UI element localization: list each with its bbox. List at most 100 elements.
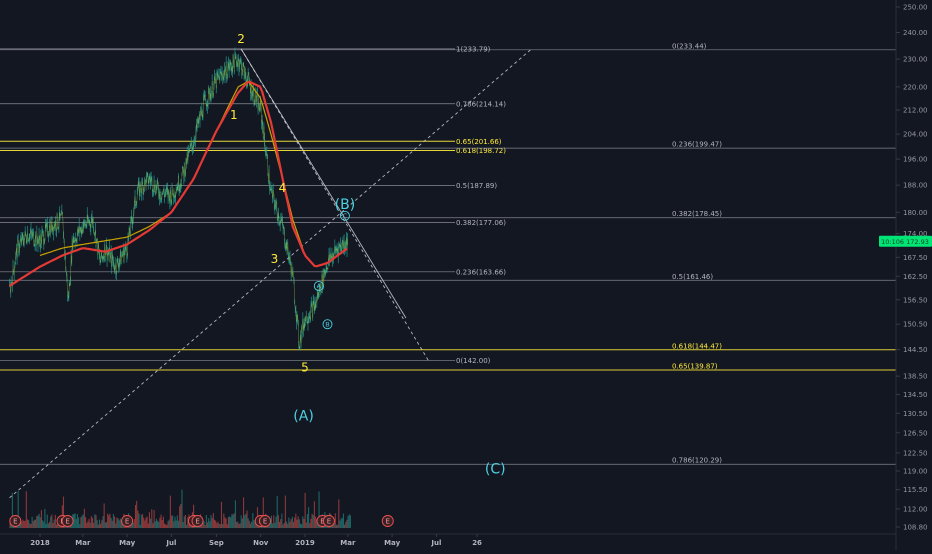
volume-bar-282 xyxy=(337,524,339,528)
volume-bar-142 xyxy=(174,516,176,528)
volume-bar-26 xyxy=(39,517,41,528)
volume-bar-36 xyxy=(51,514,53,528)
volume-bar-176 xyxy=(213,519,216,528)
volume-bar-62 xyxy=(81,515,83,528)
volume-bar-151 xyxy=(184,514,187,528)
volume-bar-185 xyxy=(224,517,226,528)
time-tick-nov-5: Nov xyxy=(253,539,269,547)
fib-label-left-0-786-214-14: 0.786(214.14) xyxy=(456,100,506,108)
volume-bar-76 xyxy=(97,524,99,528)
volume-bar-12 xyxy=(23,521,25,528)
earnings-marker-2[interactable]: E xyxy=(65,518,69,526)
volume-bar-108 xyxy=(134,505,137,528)
price-tick-167-50: 167.50 xyxy=(903,254,928,262)
chart-area[interactable]: 1(233.79) 0.786(214.14) 0.65(201.66) 0.618(… xyxy=(0,0,932,550)
volume-bar-197 xyxy=(238,523,240,528)
volume-bar-255 xyxy=(305,522,307,528)
volume-bar-152 xyxy=(186,524,188,528)
volume-bar-181 xyxy=(219,524,221,528)
volume-bar-247 xyxy=(296,519,298,528)
volume-bar-18 xyxy=(30,523,32,528)
time-tick-2019-6: 2019 xyxy=(295,539,315,547)
volume-bar-168 xyxy=(204,524,206,528)
volume-bar-69 xyxy=(89,522,91,528)
wave-label-c-7: (C) xyxy=(485,462,506,478)
volume-bar-138 xyxy=(169,495,171,528)
volume-bar-71 xyxy=(91,517,94,528)
volume-bar-33 xyxy=(47,523,49,528)
volume-bar-229 xyxy=(275,516,277,528)
volume-bar-245 xyxy=(294,517,296,528)
volume-bar-187 xyxy=(226,524,228,528)
volume-bar-66 xyxy=(86,522,88,528)
volume-bar-285 xyxy=(340,518,342,528)
volume-bar-257 xyxy=(308,507,310,528)
volume-bar-148 xyxy=(181,489,183,528)
volume-bar-64 xyxy=(83,508,85,528)
volume-bar-167 xyxy=(203,521,205,528)
volume-bar-118 xyxy=(146,516,148,528)
volume-bar-174 xyxy=(211,517,213,528)
volume-bar-27 xyxy=(40,510,42,528)
volume-bar-226 xyxy=(272,523,274,528)
earnings-marker-5[interactable]: E xyxy=(195,518,199,526)
volume-bar-137 xyxy=(168,519,170,528)
volume-bar-254 xyxy=(304,492,306,528)
volume-bar-87 xyxy=(110,517,112,528)
price-tick-180-00: 180.00 xyxy=(903,209,928,217)
volume-bar-240 xyxy=(288,517,290,528)
earnings-marker-3[interactable]: E xyxy=(125,518,129,526)
volume-bar-65 xyxy=(85,517,87,528)
volume-bar-233 xyxy=(280,519,282,528)
volume-bar-90 xyxy=(114,516,116,528)
volume-bar-123 xyxy=(152,523,154,528)
earnings-marker-7[interactable]: E xyxy=(263,518,267,526)
volume-bar-246 xyxy=(295,513,297,528)
volume-bar-293 xyxy=(349,515,351,528)
volume-bar-179 xyxy=(217,521,219,528)
volume-bar-288 xyxy=(344,524,346,528)
earnings-marker-10[interactable]: E xyxy=(386,518,390,526)
volume-bar-13 xyxy=(24,520,26,528)
volume-bar-202 xyxy=(244,515,246,528)
volume-bar-287 xyxy=(342,513,344,528)
volume-bar-67 xyxy=(87,521,89,528)
fib-label-left-0-382-177-06: 0.382(177.06) xyxy=(456,219,506,227)
volume-bar-260 xyxy=(311,513,313,528)
volume-bar-286 xyxy=(341,517,343,528)
volume-bar-227 xyxy=(273,515,275,528)
volume-bar-111 xyxy=(138,513,140,528)
volume-bar-63 xyxy=(82,514,84,528)
volume-bar-209 xyxy=(252,513,254,528)
volume-bar-59 xyxy=(78,517,80,528)
volume-bar-117 xyxy=(145,517,147,528)
volume-bar-84 xyxy=(107,513,109,528)
volume-bar-80 xyxy=(102,516,104,528)
volume-bar-139 xyxy=(170,515,173,528)
volume-bar-252 xyxy=(302,516,304,528)
time-tick-may-2: May xyxy=(119,539,135,547)
volume-bar-283 xyxy=(338,499,340,528)
volume-bar-93 xyxy=(117,518,119,528)
volume-bar-237 xyxy=(284,495,286,528)
volume-bar-23 xyxy=(36,516,38,528)
volume-bar-10 xyxy=(21,521,23,528)
volume-bar-38 xyxy=(53,519,55,528)
time-tick-26-10: 26 xyxy=(472,539,482,547)
volume-bar-207 xyxy=(249,523,252,528)
fib-label-right-0-65-139-87: 0.65(139.87) xyxy=(672,362,718,370)
price-tick-212-00: 212.00 xyxy=(903,107,928,115)
volume-bar-125 xyxy=(154,521,156,528)
fib-label-right-0-5-161-46: 0.5(161.46) xyxy=(672,273,713,281)
price-chart[interactable]: 1(233.79) 0.786(214.14) 0.65(201.66) 0.618(… xyxy=(0,0,932,550)
wave-label-4-3: 4 xyxy=(279,181,287,195)
volume-bar-72 xyxy=(93,522,95,528)
volume-bar-262 xyxy=(313,501,315,528)
volume-bar-109 xyxy=(136,500,138,528)
volume-bar-201 xyxy=(242,497,245,528)
volume-bar-146 xyxy=(179,506,181,528)
earnings-marker-9[interactable]: E xyxy=(327,518,331,526)
volume-bar-241 xyxy=(289,521,291,528)
earnings-marker-0[interactable]: E xyxy=(13,518,17,526)
volume-bar-243 xyxy=(291,516,293,528)
